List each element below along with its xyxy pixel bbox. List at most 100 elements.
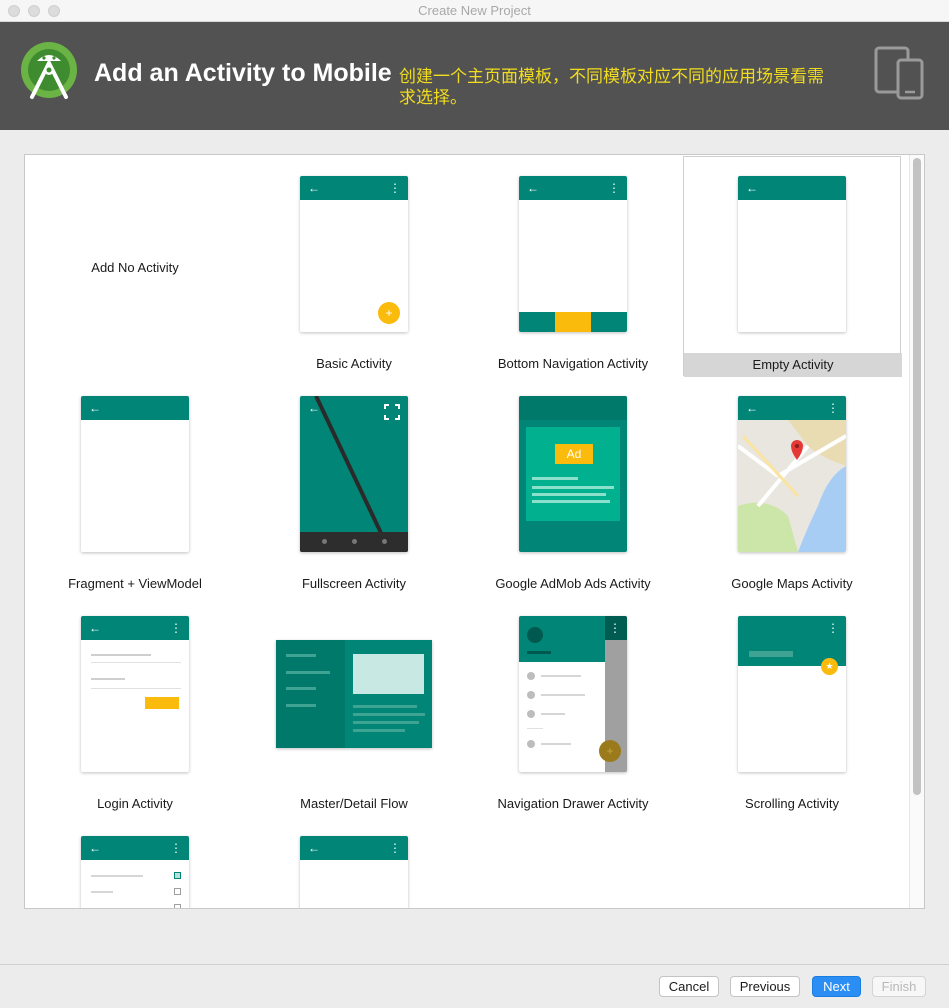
drawer-item-icon (527, 710, 535, 718)
gallery-scrollbar-thumb[interactable] (913, 158, 921, 795)
checkbox-empty-icon (174, 888, 181, 895)
nav-dot-icon (382, 539, 387, 544)
footer-divider (0, 964, 949, 965)
template-tabbed-activity[interactable]: ← ⋮ (245, 816, 463, 908)
app-bar: ← ⋮ (300, 836, 408, 860)
master-pane (276, 640, 345, 748)
back-arrow-icon: ← (89, 401, 101, 415)
master-item-line (286, 704, 316, 707)
setting-line (91, 875, 143, 877)
minimize-window-button[interactable] (28, 5, 40, 17)
template-thumbnail: ← (300, 396, 408, 552)
email-field-underline (91, 662, 181, 663)
nav-dot-icon (352, 539, 357, 544)
previous-button[interactable]: Previous (730, 976, 800, 997)
template-label: Fragment + ViewModel (68, 576, 202, 591)
drawer-item-line (541, 694, 585, 696)
fullscreen-icon (384, 404, 400, 420)
annotation-note: 创建一个主页面模板，不同模板对应不同的应用场景看需求选择。 (399, 67, 824, 107)
avatar (527, 627, 543, 643)
app-bar: ← ⋮ (300, 176, 408, 200)
template-settings-activity[interactable]: ← ⋮ (26, 816, 244, 908)
ad-text-line (532, 477, 578, 480)
android-studio-logo (21, 42, 77, 99)
template-label: Bottom Navigation Activity (497, 356, 649, 371)
template-thumbnail: ← ⋮ (519, 176, 627, 332)
app-bar: ← (738, 176, 846, 200)
template-thumbnail: ← (738, 176, 846, 332)
detail-text-line (353, 713, 425, 716)
template-label: Google Maps Activity (731, 576, 853, 591)
template-google-maps-activity[interactable]: ← ⋮ Google Maps Activity (683, 376, 901, 596)
template-label: Login Activity (97, 796, 173, 811)
template-thumbnail: ← (81, 396, 189, 552)
next-button[interactable]: Next (812, 976, 861, 997)
finish-button[interactable]: Finish (872, 976, 926, 997)
cancel-button[interactable]: Cancel (659, 976, 719, 997)
template-basic-activity[interactable]: ← ⋮ + Basic Activity (245, 156, 463, 376)
title-bar: Create New Project (0, 0, 949, 22)
ad-text-line (532, 500, 610, 503)
template-label: Google AdMob Ads Activity (495, 576, 651, 591)
detail-image (353, 654, 424, 694)
drawer-item-line (541, 675, 581, 677)
template-thumbnail: ← ⋮ + (300, 176, 408, 332)
page-title: Add an Activity to Mobile (94, 59, 392, 87)
bottom-navigation-bar (519, 312, 627, 332)
app-bar: ← ⋮ (519, 176, 627, 200)
master-item-line (286, 654, 316, 657)
back-arrow-icon: ← (89, 841, 101, 855)
app-bar: ← (81, 396, 189, 420)
template-add-no-activity[interactable]: Add No Activity (26, 156, 244, 376)
template-thumbnail (276, 640, 432, 748)
detail-text-line (353, 705, 417, 708)
app-bar: ← ⋮ (81, 616, 189, 640)
detail-text-line (353, 729, 405, 732)
back-arrow-icon: ← (746, 181, 758, 195)
template-thumbnail: ← ⋮ (81, 616, 189, 772)
create-project-window: Create New Project Add an Activity to Mo… (0, 0, 949, 1008)
fab-add-icon: + (599, 740, 621, 762)
template-bottom-navigation-activity[interactable]: ← ⋮ Bottom Navigation Activity (464, 156, 682, 376)
ad-text-line (532, 493, 606, 496)
close-window-button[interactable] (8, 5, 20, 17)
template-navigation-drawer-activity[interactable]: ⋮ + Navigation Drawer Activity (464, 596, 682, 816)
template-empty-activity[interactable]: ← Empty Activity (683, 156, 902, 377)
drawer-divider (527, 728, 543, 729)
template-fullscreen-activity[interactable]: ← Fullscreen Activity (245, 376, 463, 596)
template-google-admob-ads-activity[interactable]: Ad Google AdMob Ads Activity (464, 376, 682, 596)
template-label: Empty Activity (684, 353, 902, 377)
template-label: Scrolling Activity (745, 796, 839, 811)
template-label: Basic Activity (316, 356, 392, 371)
system-navigation-bar (300, 532, 408, 552)
app-bar-behind-drawer: ⋮ (605, 616, 627, 640)
template-thumbnail: ⋮ ★ (738, 616, 846, 772)
template-thumbnail: ← ⋮ (300, 836, 408, 908)
bottom-nav-active-item (555, 312, 591, 332)
overflow-menu-icon: ⋮ (170, 841, 182, 855)
overflow-menu-icon: ⋮ (827, 401, 839, 415)
drawer-item-icon (527, 740, 535, 748)
sign-in-button-shape (145, 697, 179, 709)
app-bar: ← ⋮ (738, 396, 846, 420)
template-master-detail-flow[interactable]: Master/Detail Flow (245, 596, 463, 816)
drawer-header (519, 616, 605, 662)
template-thumbnail: ← ⋮ (738, 396, 846, 552)
overflow-menu-icon: ⋮ (608, 181, 620, 195)
back-arrow-icon: ← (746, 401, 758, 415)
zoom-window-button[interactable] (48, 5, 60, 17)
template-login-activity[interactable]: ← ⋮ Login Activity (26, 596, 244, 816)
overflow-menu-icon: ⋮ (170, 621, 182, 635)
template-fragment-viewmodel[interactable]: ← Fragment + ViewModel (26, 376, 244, 596)
back-arrow-icon: ← (89, 621, 101, 635)
toolbar-title-line (749, 651, 793, 657)
app-bar (519, 396, 627, 420)
nav-dot-icon (322, 539, 327, 544)
template-scrolling-activity[interactable]: ⋮ ★ Scrolling Activity (683, 596, 901, 816)
drawer-item-icon (527, 672, 535, 680)
ad-badge: Ad (555, 444, 593, 464)
drawer-header-line (527, 651, 551, 654)
overflow-menu-icon: ⋮ (827, 621, 839, 635)
detail-text-line (353, 721, 419, 724)
template-gallery: Add No Activity ← ⋮ + Basic Activity ← ⋮ (24, 154, 925, 909)
